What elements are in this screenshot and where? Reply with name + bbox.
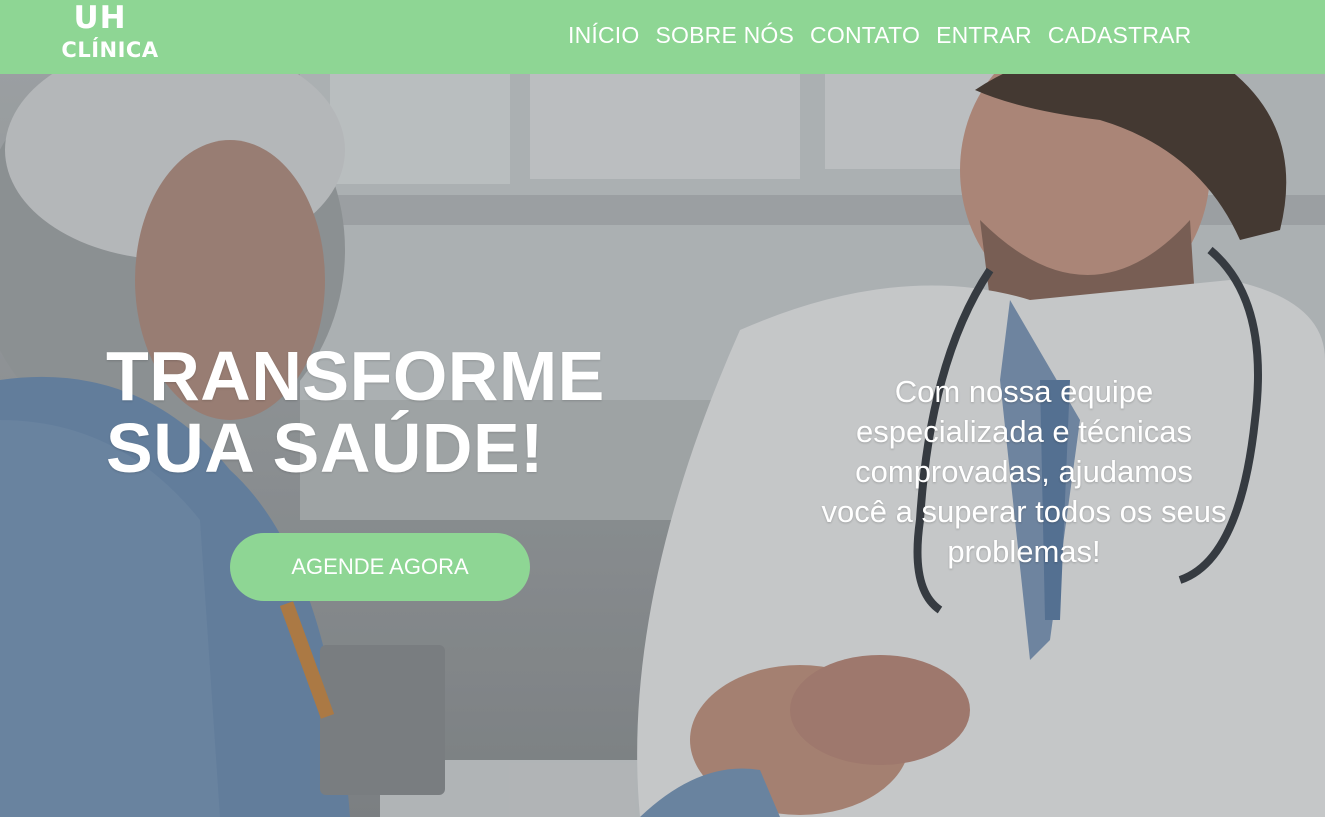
nav-link-contato[interactable]: CONTATO: [810, 22, 920, 49]
nav-link-cadastrar[interactable]: CADASTRAR: [1048, 22, 1192, 49]
main-nav: INÍCIO SOBRE NÓS CONTATO ENTRAR CADASTRA…: [568, 22, 1207, 49]
hero-headline-line-2: SUA SAÚDE!: [106, 409, 544, 487]
site-header: UH CLÍNICA INÍCIO SOBRE NÓS CONTATO ENTR…: [0, 0, 1325, 74]
clinic-logo[interactable]: UH CLÍNICA: [55, 3, 165, 61]
schedule-now-button[interactable]: AGENDE AGORA: [230, 533, 530, 601]
nav-link-entrar[interactable]: ENTRAR: [936, 22, 1032, 49]
hero-headline-line-1: TRANSFORME: [106, 337, 605, 415]
logo-line-2: CLÍNICA: [61, 38, 159, 62]
nav-link-inicio[interactable]: INÍCIO: [568, 22, 639, 49]
hero-headline: TRANSFORME SUA SAÚDE!: [106, 340, 605, 484]
logo-line-1: UH: [73, 0, 127, 36]
nav-link-sobre-nos[interactable]: SOBRE NÓS: [655, 22, 794, 49]
hero-description: Com nossa equipe especializada e técnica…: [821, 374, 1227, 569]
